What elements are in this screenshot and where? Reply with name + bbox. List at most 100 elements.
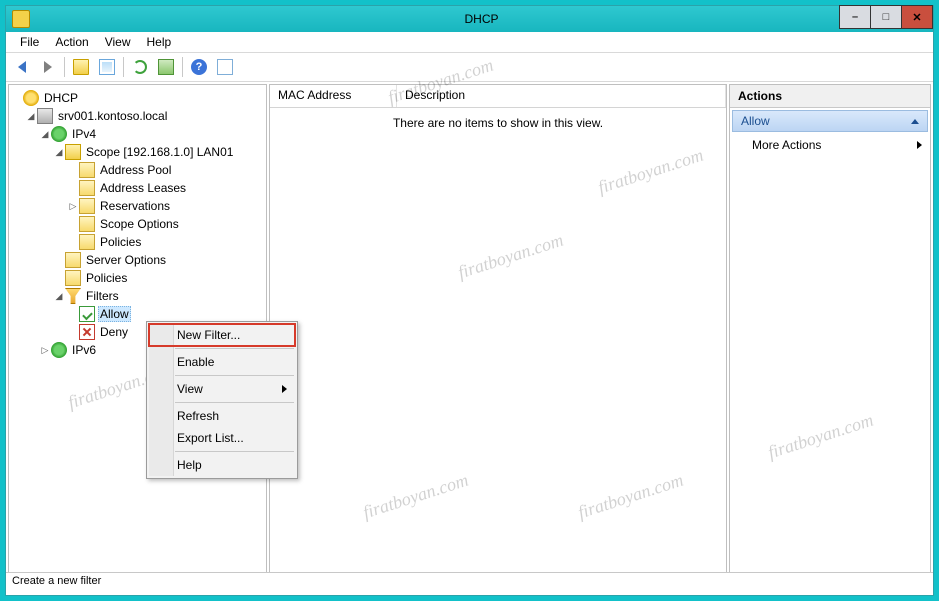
tree-server-options[interactable]: Server Options <box>11 251 264 269</box>
menu-view[interactable]: View <box>97 33 139 51</box>
help-icon: ? <box>191 59 207 75</box>
tree-label: Address Pool <box>98 163 173 177</box>
context-menu: New Filter... Enable View Refresh Export… <box>146 321 298 479</box>
properties-button[interactable] <box>213 55 237 79</box>
collapse-icon <box>911 119 919 124</box>
tree-label: Filters <box>84 289 121 303</box>
tree-scope-options[interactable]: Scope Options <box>11 215 264 233</box>
tree-label: Deny <box>98 325 130 339</box>
tree-label: Address Leases <box>98 181 188 195</box>
menu-action[interactable]: Action <box>47 33 96 51</box>
tree-icon <box>99 59 115 75</box>
ipv4-icon <box>51 126 67 142</box>
scope-options-icon <box>79 216 95 232</box>
show-hide-tree-button[interactable] <box>95 55 119 79</box>
column-description[interactable]: Description <box>397 85 726 107</box>
tree-filters[interactable]: ◢Filters <box>11 287 264 305</box>
tree-label: Scope Options <box>98 217 181 231</box>
filter-icon <box>65 288 81 304</box>
tree-scope[interactable]: ◢Scope [192.168.1.0] LAN01 <box>11 143 264 161</box>
tree-label: Reservations <box>98 199 172 213</box>
menubar: File Action View Help <box>6 32 933 53</box>
toolbar-separator <box>182 57 183 77</box>
context-menu-separator <box>175 348 294 349</box>
properties-icon <box>217 59 233 75</box>
toolbar-separator <box>123 57 124 77</box>
tree-server[interactable]: ◢srv001.kontoso.local <box>11 107 264 125</box>
ctx-label: New Filter... <box>177 328 240 342</box>
ctx-help[interactable]: Help <box>149 454 295 476</box>
ctx-label: Refresh <box>177 409 219 423</box>
tree-label: DHCP <box>42 91 80 105</box>
actions-header: Actions <box>730 85 930 108</box>
tree-label: IPv6 <box>70 343 98 357</box>
chevron-right-icon <box>917 141 922 149</box>
server-options-icon <box>65 252 81 268</box>
tree-label: Policies <box>84 271 129 285</box>
ctx-label: Enable <box>177 355 214 369</box>
context-menu-separator <box>175 402 294 403</box>
ctx-refresh[interactable]: Refresh <box>149 405 295 427</box>
reservations-icon <box>79 198 95 214</box>
action-more-actions[interactable]: More Actions <box>730 134 930 156</box>
action-label: More Actions <box>752 138 821 152</box>
policies-icon <box>65 270 81 286</box>
forward-button[interactable] <box>36 55 60 79</box>
folder-up-icon <box>73 59 89 75</box>
statusbar: Create a new filter <box>6 572 933 595</box>
menu-help[interactable]: Help <box>139 33 180 51</box>
tree-label: Server Options <box>84 253 168 267</box>
allow-icon <box>79 306 95 322</box>
ctx-label: Export List... <box>177 431 244 445</box>
export-icon <box>158 59 174 75</box>
arrow-right-icon <box>44 61 52 73</box>
list-header: MAC Address Description <box>270 85 726 108</box>
column-mac-address[interactable]: MAC Address <box>270 85 397 107</box>
window: DHCP – □ ✕ File Action View Help ? DHCP … <box>5 5 934 596</box>
scope-icon <box>65 144 81 160</box>
ctx-export-list[interactable]: Export List... <box>149 427 295 449</box>
actions-section-title[interactable]: Allow <box>732 110 928 132</box>
context-menu-separator <box>175 451 294 452</box>
tree-reservations[interactable]: ▷Reservations <box>11 197 264 215</box>
tree-address-pool[interactable]: Address Pool <box>11 161 264 179</box>
tree-label: IPv4 <box>70 127 98 141</box>
tree-policies[interactable]: Policies <box>11 269 264 287</box>
server-icon <box>37 108 53 124</box>
tree-root-dhcp[interactable]: DHCP <box>11 89 264 107</box>
tree-label: srv001.kontoso.local <box>56 109 169 123</box>
tree-scope-policies[interactable]: Policies <box>11 233 264 251</box>
window-title: DHCP <box>30 12 933 26</box>
tree-address-leases[interactable]: Address Leases <box>11 179 264 197</box>
minimize-button[interactable]: – <box>839 5 871 29</box>
close-button[interactable]: ✕ <box>902 5 933 29</box>
export-button[interactable] <box>154 55 178 79</box>
deny-icon <box>79 324 95 340</box>
toolbar: ? <box>6 53 933 82</box>
pool-icon <box>79 162 95 178</box>
back-button[interactable] <box>10 55 34 79</box>
toolbar-separator <box>64 57 65 77</box>
tree-label: Scope [192.168.1.0] LAN01 <box>84 145 235 159</box>
help-button[interactable]: ? <box>187 55 211 79</box>
titlebar: DHCP – □ ✕ <box>6 6 933 32</box>
actions-title-label: Allow <box>741 114 770 128</box>
up-button[interactable] <box>69 55 93 79</box>
tree-ipv4[interactable]: ◢IPv4 <box>11 125 264 143</box>
menu-file[interactable]: File <box>12 33 47 51</box>
ctx-label: Help <box>177 458 202 472</box>
ctx-enable[interactable]: Enable <box>149 351 295 373</box>
arrow-left-icon <box>18 61 26 73</box>
chevron-right-icon <box>282 385 287 393</box>
list-pane: MAC Address Description There are no ite… <box>269 84 727 576</box>
list-empty-message: There are no items to show in this view. <box>270 108 726 138</box>
ctx-label: View <box>177 382 203 396</box>
ctx-new-filter[interactable]: New Filter... <box>149 324 295 346</box>
tree-label: Policies <box>98 235 143 249</box>
refresh-icon <box>133 60 147 74</box>
ctx-view[interactable]: View <box>149 378 295 400</box>
refresh-button[interactable] <box>128 55 152 79</box>
context-menu-separator <box>175 375 294 376</box>
maximize-button[interactable]: □ <box>871 5 902 29</box>
leases-icon <box>79 180 95 196</box>
